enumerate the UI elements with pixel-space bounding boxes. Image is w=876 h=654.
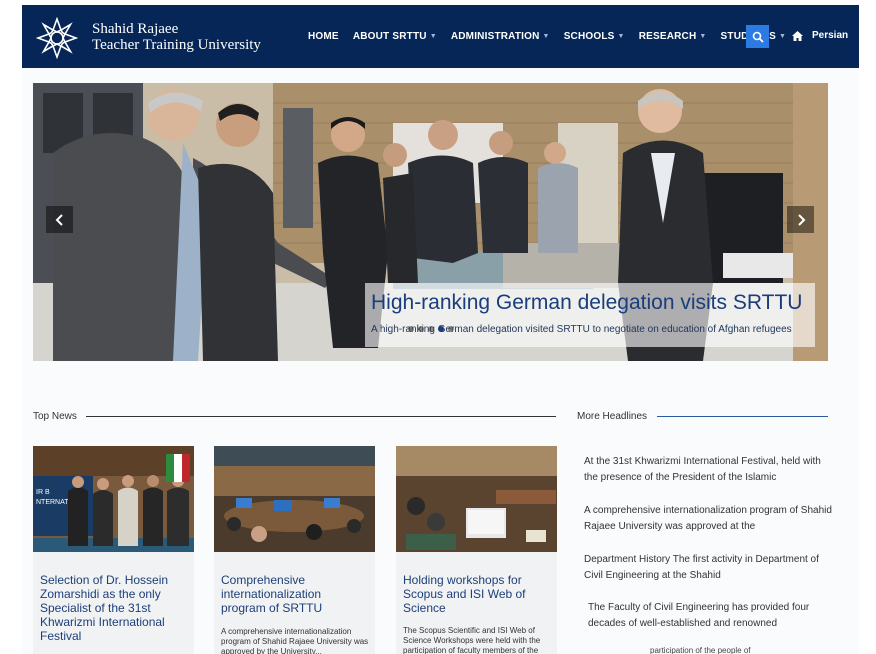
nav-research-label: RESEARCH <box>638 31 697 42</box>
slider-dot[interactable] <box>418 326 424 332</box>
headline-overflow-text: participation of the people of <box>650 646 751 654</box>
news-card-title[interactable]: Selection of Dr. Hossein Zomarshidi as t… <box>40 573 188 643</box>
slide-caption[interactable]: High-ranking German delegation visits SR… <box>365 283 815 347</box>
nav-administration[interactable]: ADMINISTRATION ▼ <box>451 31 550 42</box>
headline-item[interactable]: The Faculty of Civil Engineering has pro… <box>588 600 836 632</box>
news-card[interactable]: Comprehensive internationalization progr… <box>214 446 375 654</box>
headline-item[interactable]: Department History The first activity in… <box>584 552 832 584</box>
search-button[interactable] <box>746 25 769 48</box>
news-card-photo <box>214 446 375 552</box>
chevron-right-icon <box>797 213 805 226</box>
news-card-title[interactable]: Holding workshops for Scopus and ISI Web… <box>403 573 551 615</box>
nav-home-label: HOME <box>308 31 339 42</box>
news-card-description: The Scopus Scientific and ISI Web of Sci… <box>403 626 541 654</box>
brand-line-1: Shahid Rajaee <box>92 21 179 37</box>
nav-research[interactable]: RESEARCH ▼ <box>639 31 707 42</box>
brand-line-2: Teacher Training University <box>92 37 261 53</box>
more-headlines-divider <box>657 416 828 417</box>
headline-item[interactable]: A comprehensive internationalization pro… <box>584 503 832 535</box>
news-card-photo <box>396 446 557 552</box>
chevron-down-icon: ▼ <box>617 33 625 40</box>
slider-next-button[interactable] <box>787 206 814 233</box>
slide-title[interactable]: High-ranking German delegation visits SR… <box>371 291 802 315</box>
chevron-down-icon: ▼ <box>779 33 787 40</box>
hero-slider[interactable]: High-ranking German delegation visits SR… <box>33 83 828 361</box>
university-name[interactable]: Shahid Rajaee Teacher Training Universit… <box>92 21 261 53</box>
news-card-description: A comprehensive internationalization pro… <box>221 627 369 654</box>
slider-prev-button[interactable] <box>46 206 73 233</box>
chevron-left-icon <box>55 213 63 226</box>
nav-about[interactable]: ABOUT SRTTU ▼ <box>353 31 437 42</box>
nav-about-label: ABOUT SRTTU <box>352 31 427 42</box>
news-card-title[interactable]: Comprehensive internationalization progr… <box>221 573 369 615</box>
news-card-photo: IR B NTERNAT <box>33 446 194 552</box>
chevron-down-icon: ▼ <box>542 33 550 40</box>
language-label: Persian <box>812 30 849 41</box>
nav-home[interactable]: HOME <box>308 31 339 42</box>
main-nav: HOME ABOUT SRTTU ▼ ADMINISTRATION ▼ SCHOOL… <box>308 5 800 68</box>
nav-schools[interactable]: SCHOOLS ▼ <box>564 31 625 42</box>
slider-dot[interactable] <box>438 326 444 332</box>
top-news-heading: Top News <box>33 411 77 422</box>
nav-administration-label: ADMINISTRATION <box>450 31 540 42</box>
nav-schools-label: SCHOOLS <box>563 31 615 42</box>
svg-text:NTERNAT: NTERNAT <box>36 499 69 506</box>
chevron-down-icon: ▼ <box>429 33 437 40</box>
more-headlines-heading: More Headlines <box>577 411 648 422</box>
slider-pagination <box>408 326 458 332</box>
news-card[interactable]: IR B NTERNAT Selection of Dr. Hossein Zo… <box>33 446 194 654</box>
top-news-divider <box>86 416 556 417</box>
news-card[interactable]: Holding workshops for Scopus and ISI Web… <box>396 446 557 654</box>
home-icon <box>792 30 803 41</box>
language-switch[interactable]: Persian <box>792 30 848 41</box>
svg-text:IR B: IR B <box>36 489 50 496</box>
chevron-down-icon: ▼ <box>699 33 707 40</box>
slider-dot[interactable] <box>408 326 414 332</box>
slider-dot[interactable] <box>448 326 454 332</box>
site-header: Shahid Rajaee Teacher Training Universit… <box>22 5 859 68</box>
slider-dot[interactable] <box>428 326 434 332</box>
headline-item[interactable]: At the 31st Khwarizmi International Fest… <box>584 454 832 486</box>
search-icon <box>752 31 764 43</box>
university-logo-icon[interactable] <box>36 17 78 59</box>
